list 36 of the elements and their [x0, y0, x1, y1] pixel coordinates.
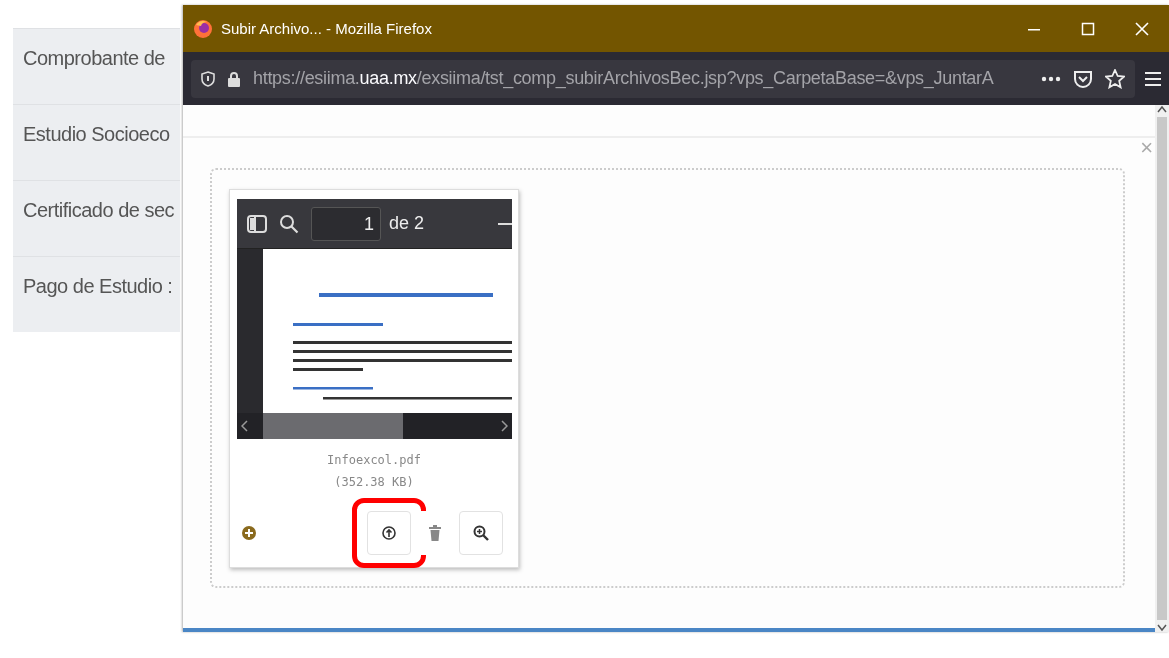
- zoom-in-icon: [473, 525, 489, 541]
- horizontal-scrollbar[interactable]: [237, 413, 512, 439]
- search-icon[interactable]: [279, 213, 299, 234]
- page-count: de 2: [389, 213, 425, 234]
- chevron-up-icon[interactable]: [1157, 105, 1167, 113]
- zoom-button[interactable]: [459, 511, 503, 555]
- drop-zone[interactable]: 1 de 2 Infoexcol.pdf (352.38 KB): [210, 168, 1125, 588]
- shield-icon[interactable]: [201, 70, 215, 87]
- scrollbar-thumb[interactable]: [1157, 117, 1167, 620]
- scrollbar-thumb[interactable]: [263, 413, 403, 439]
- list-item[interactable]: Certificado de sec: [23, 199, 175, 222]
- page-number-field[interactable]: 1: [311, 206, 381, 241]
- trash-icon: [429, 525, 441, 541]
- url-text: https://esiima.uaa.mx/exsiima/tst_comp_subirArchivosBec.jsp?vps_CarpetaBase=&vps_JuntarA: [253, 68, 995, 89]
- chevron-right-icon[interactable]: [500, 420, 508, 432]
- vertical-scrollbar[interactable]: [1155, 105, 1169, 632]
- file-name: Infoexcol.pdf: [326, 453, 422, 467]
- menu-icon[interactable]: [1145, 71, 1161, 86]
- zoom-out-icon[interactable]: [498, 221, 512, 226]
- file-size: (352.38 KB): [333, 475, 415, 489]
- chevron-left-icon[interactable]: [241, 420, 249, 432]
- more-icon[interactable]: [1041, 75, 1061, 82]
- list-item[interactable]: Comprobante de: [23, 47, 165, 70]
- chevron-down-icon[interactable]: [1157, 624, 1167, 632]
- address-bar[interactable]: https://esiima.uaa.mx/exsiima/tst_comp_subirArchivosBec.jsp?vps_CarpetaBase=&vps_JuntarA: [191, 59, 1135, 98]
- pocket-icon[interactable]: [1073, 68, 1093, 89]
- list-item[interactable]: Pago de Estudio :: [23, 275, 173, 298]
- list-item[interactable]: Estudio Socioeco: [23, 123, 170, 146]
- star-icon[interactable]: [1105, 68, 1125, 89]
- sidebar-icon[interactable]: [247, 213, 267, 234]
- lock-icon: [227, 70, 241, 87]
- upload-button[interactable]: [367, 511, 411, 555]
- window-title: Subir Archivo... - Mozilla Firefox: [221, 20, 432, 37]
- firefox-logo-icon: [193, 18, 213, 39]
- upload-icon: [382, 526, 396, 540]
- add-icon[interactable]: [241, 525, 257, 541]
